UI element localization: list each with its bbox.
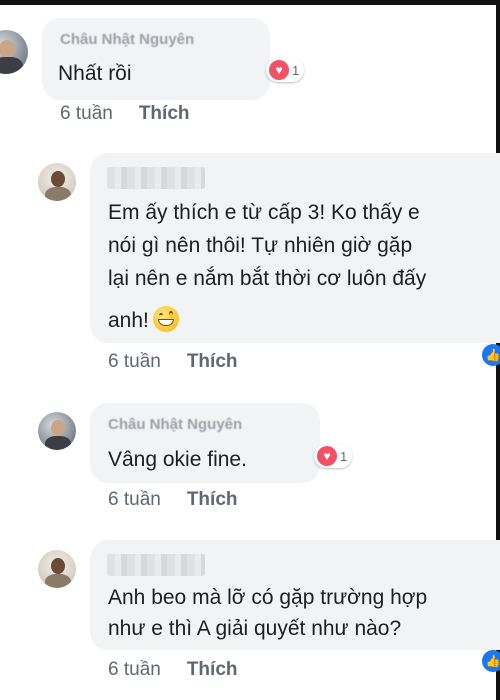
blurred-author-name [107,554,205,576]
like-link[interactable]: Thích [187,351,238,373]
reaction-badge[interactable]: ♥ 1 [266,58,305,82]
avatar[interactable] [0,30,28,74]
reaction-badge[interactable]: ♥ 1 [314,444,353,468]
comment-meta: 6 tuần Thích [108,351,238,373]
like-link[interactable]: Thích [139,103,190,125]
blurred-author-name [107,167,205,189]
comment-author[interactable]: Châu Nhật Nguyên [108,416,242,433]
comment-text: Anh beo mà lỡ có gặp trường hợp [108,586,428,609]
comment-text: Vâng okie fine. [108,448,247,471]
comment-text-last-line: anh! [108,304,179,337]
comment-timestamp[interactable]: 6 tuần [60,103,113,125]
like-link[interactable]: Thích [187,659,238,681]
reaction-count: 1 [340,448,348,464]
like-icon[interactable]: 👍 [482,650,500,672]
comment-meta: 6 tuần Thích [108,489,238,511]
avatar[interactable] [38,550,76,588]
comment-meta: 6 tuần Thích [60,103,190,125]
comment-timestamp[interactable]: 6 tuần [108,659,161,681]
comment-text: anh! [108,309,149,332]
comment-text: Nhất rồi [58,62,132,85]
avatar[interactable] [38,412,76,450]
comment-meta: 6 tuần Thích [108,659,238,681]
comment-text: lại nên e nắm bắt thời cơ luôn đấy [108,267,427,290]
heart-icon: ♥ [269,60,289,80]
comment-text: nói gì nên thôi! Tự nhiên giờ gặp [108,234,413,257]
avatar[interactable] [38,163,76,201]
heart-icon: ♥ [317,446,337,466]
like-link[interactable]: Thích [187,489,238,511]
comment-text: như e thì A giải quyết như nào? [108,617,402,640]
reaction-count: 1 [292,62,300,78]
like-icon[interactable]: 👍 [482,344,500,366]
comment-text: Em ấy thích e từ cấp 3! Ko thấy e [108,201,420,224]
comment-timestamp[interactable]: 6 tuần [108,489,161,511]
comment-author[interactable]: Châu Nhật Nguyên [60,31,194,48]
image-border-top [0,0,500,5]
grinning-emoji-icon [152,306,179,333]
comment-timestamp[interactable]: 6 tuần [108,351,161,373]
